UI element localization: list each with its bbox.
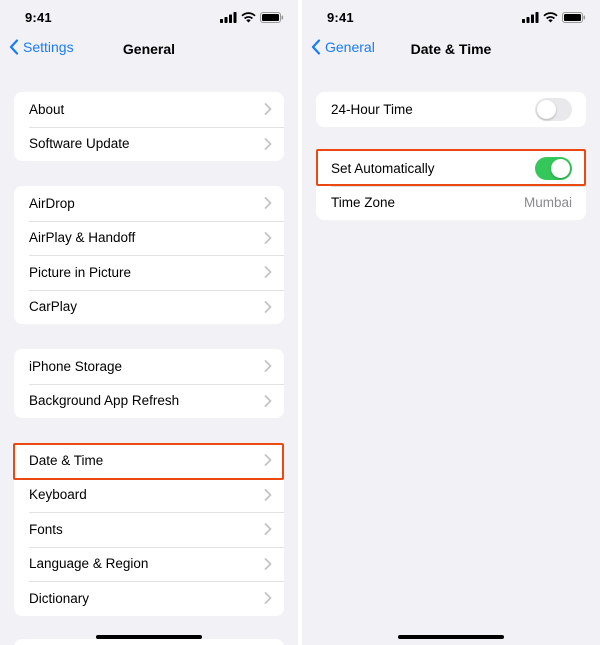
row-label: Keyboard [29, 487, 87, 503]
row-date-time[interactable]: Date & Time [14, 443, 284, 478]
row-airplay-handoff[interactable]: AirPlay & Handoff [14, 220, 284, 256]
row-label: Language & Region [29, 556, 149, 572]
row-label: Fonts [29, 521, 63, 537]
chevron-right-icon [264, 488, 272, 501]
nav-bar: General Date & Time [302, 36, 600, 64]
page-title: Date & Time [410, 41, 492, 57]
status-icons [220, 12, 284, 23]
row-iphone-storage[interactable]: iPhone Storage [14, 349, 284, 384]
signal-icon [522, 12, 539, 23]
row-24-hour-time: 24-Hour Time [316, 92, 586, 127]
chevron-right-icon [264, 592, 272, 604]
chevron-right-icon [264, 394, 272, 407]
settings-group: Date & Time Keyboard Fonts Language & Re… [14, 443, 284, 616]
row-label: Set Automatically [331, 160, 435, 176]
row-label: iPhone Storage [29, 358, 123, 374]
toggle-knob [537, 100, 556, 119]
row-dictionary[interactable]: Dictionary [14, 581, 284, 616]
row-label: Dictionary [29, 590, 90, 606]
nav-bar: Settings General [0, 36, 298, 64]
row-label: About [29, 101, 65, 117]
chevron-right-icon [264, 137, 272, 150]
row-language-region[interactable]: Language & Region [14, 546, 284, 582]
row-background-app-refresh[interactable]: Background App Refresh [14, 383, 284, 419]
chevron-right-icon [264, 197, 272, 209]
row-carplay[interactable]: CarPlay [14, 289, 284, 325]
set-automatically-toggle[interactable] [535, 157, 572, 180]
chevron-right-icon [264, 360, 272, 372]
row-label: Background App Refresh [29, 393, 180, 409]
wifi-icon [241, 12, 256, 23]
row-label: AirPlay & Handoff [29, 230, 136, 246]
home-indicator [96, 635, 202, 639]
row-set-automatically: Set Automatically [316, 151, 586, 186]
settings-group-partial [14, 639, 284, 645]
home-indicator [398, 635, 504, 639]
page-title: General [122, 41, 176, 57]
signal-icon [220, 12, 237, 23]
row-about[interactable]: About [14, 92, 284, 127]
24-hour-time-toggle[interactable] [535, 98, 572, 121]
settings-group: iPhone Storage Background App Refresh [14, 349, 284, 418]
toggle-knob [551, 159, 570, 178]
date-time-screen: 9:41 General Date & Time 24-Hour Time Se… [302, 0, 600, 645]
row-label: CarPlay [29, 299, 78, 315]
status-time: 9:41 [327, 10, 354, 25]
row-label: 24-Hour Time [331, 101, 413, 117]
settings-group: 24-Hour Time [316, 92, 586, 127]
chevron-right-icon [264, 266, 272, 278]
row-label: Date & Time [29, 452, 104, 468]
row-software-update[interactable]: Software Update [14, 126, 284, 162]
row-label: Picture in Picture [29, 264, 132, 280]
settings-group: AirDrop AirPlay & Handoff Picture in Pic… [14, 186, 284, 324]
status-bar: 9:41 [0, 0, 298, 36]
chevron-right-icon [264, 523, 272, 535]
time-zone-value: Mumbai [523, 195, 572, 211]
general-screen: 9:41 Settings General About Software Upd… [0, 0, 298, 645]
status-icons [522, 12, 586, 23]
chevron-right-icon [264, 231, 272, 244]
status-time: 9:41 [25, 10, 52, 25]
row-keyboard[interactable]: Keyboard [14, 477, 284, 513]
chevron-right-icon [264, 103, 272, 115]
row-time-zone[interactable]: Time Zone Mumbai [316, 185, 586, 221]
row-label: Software Update [29, 136, 130, 152]
battery-icon [562, 12, 586, 23]
chevron-right-icon [264, 454, 272, 466]
row-label: Time Zone [331, 195, 396, 211]
row-picture-in-picture[interactable]: Picture in Picture [14, 255, 284, 290]
row-fonts[interactable]: Fonts [14, 512, 284, 547]
row-airdrop[interactable]: AirDrop [14, 186, 284, 221]
row-label: AirDrop [29, 195, 75, 211]
wifi-icon [543, 12, 558, 23]
chevron-right-icon [264, 557, 272, 570]
status-bar: 9:41 [302, 0, 600, 36]
chevron-right-icon [264, 300, 272, 313]
battery-icon [260, 12, 284, 23]
settings-group: Set Automatically Time Zone Mumbai [316, 151, 586, 220]
settings-group: About Software Update [14, 92, 284, 161]
